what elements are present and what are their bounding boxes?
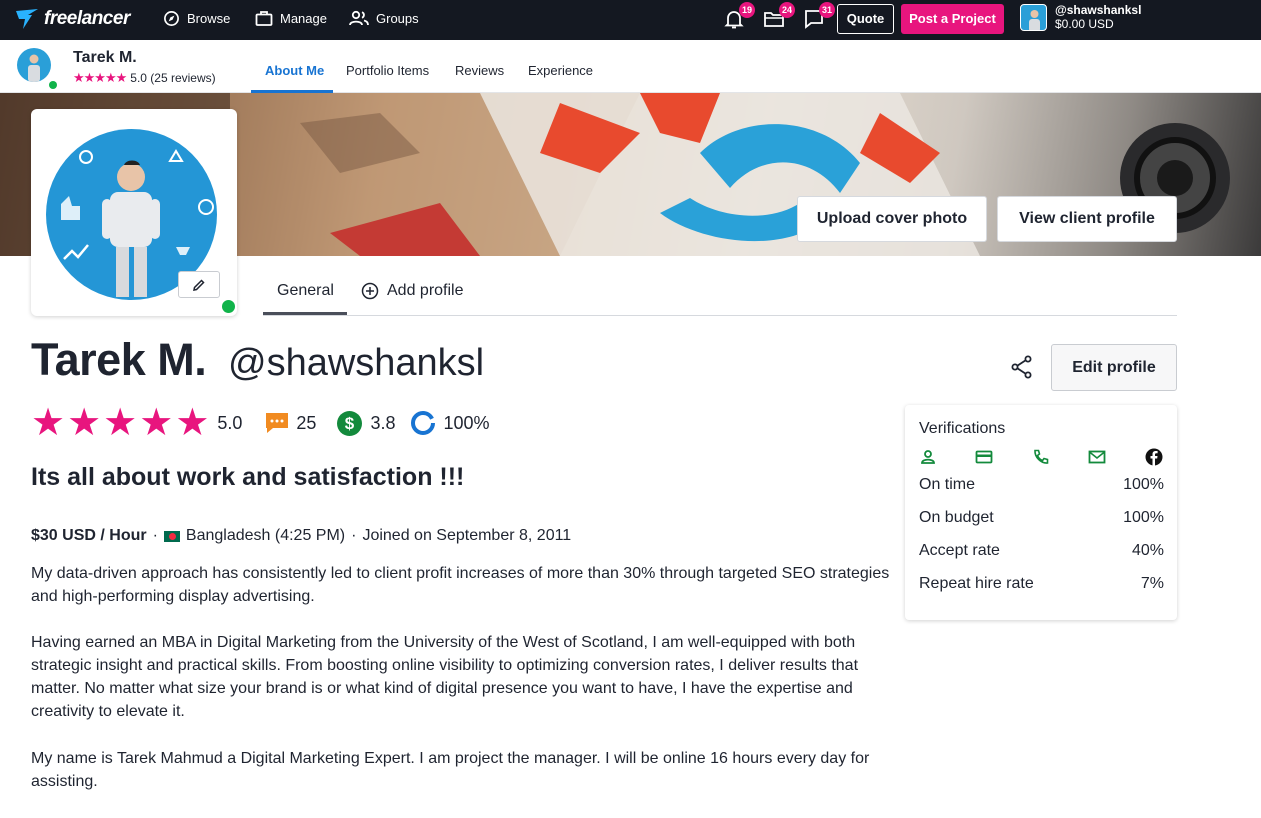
post-project-button[interactable]: Post a Project: [901, 4, 1004, 34]
rating-stars: ★★★★★: [73, 70, 127, 85]
svg-text:$: $: [345, 414, 355, 433]
notifications-badge: 19: [739, 2, 755, 18]
online-status-dot: [220, 298, 237, 315]
completion-rate: 100%: [443, 412, 490, 433]
verification-row: On budget 100%: [919, 509, 1164, 526]
share-button[interactable]: [1010, 355, 1034, 384]
verification-row: On time 100%: [919, 476, 1164, 493]
email-icon: [1088, 448, 1106, 466]
quote-button[interactable]: Quote: [837, 4, 894, 34]
account-username: @shawshanksl: [1055, 3, 1142, 17]
tab-portfolio-items[interactable]: Portfolio Items: [346, 63, 429, 78]
compass-icon: [164, 11, 179, 26]
projects-badge: 24: [779, 2, 795, 18]
top-navbar: freelancer Browse Manage Groups 19 24 31…: [0, 0, 1261, 40]
credit-card-icon: [975, 448, 993, 466]
star-icon: ★: [31, 402, 66, 444]
completion-ring-icon: [411, 411, 436, 435]
subheader-name: Tarek M.: [73, 49, 137, 66]
bio-paragraph: Having earned an MBA in Digital Marketin…: [31, 634, 859, 720]
briefcase-icon: [255, 11, 273, 26]
nav-browse[interactable]: Browse: [163, 10, 230, 27]
phone-icon: [1032, 448, 1050, 466]
share-icon: [1011, 355, 1032, 379]
tabs-divider: [263, 315, 1177, 316]
freelancer-logo[interactable]: freelancer: [14, 6, 130, 32]
verifications-title: Verifications: [919, 420, 1006, 437]
rating-value: 5.0: [217, 412, 243, 433]
profile-stats: ★ ★ ★ ★ ★ 5.0 25 $ 3.8 100%: [31, 404, 490, 442]
tab-reviews[interactable]: Reviews: [455, 63, 504, 78]
online-status-dot: [49, 81, 57, 89]
tab-about-me[interactable]: About Me: [265, 63, 324, 78]
pencil-icon: [193, 278, 205, 291]
dollar-icon: $: [337, 410, 363, 436]
star-icon: ★: [67, 402, 102, 444]
freelancer-bird-icon: [16, 9, 38, 29]
account-menu[interactable]: @shawshanksl $0.00 USD: [1020, 3, 1141, 31]
profile-handle: @shawshanksl: [228, 342, 485, 384]
nav-groups[interactable]: Groups: [349, 10, 419, 27]
user-icon: [919, 448, 937, 466]
hourly-rate: $30 USD / Hour: [31, 527, 147, 544]
profile-name: Tarek M.: [31, 334, 207, 385]
plus-circle-icon: [361, 282, 379, 300]
rating-text: 5.0 (25 reviews): [130, 71, 216, 85]
star-icon: ★: [175, 402, 210, 444]
bangladesh-flag-icon: [163, 530, 180, 542]
facebook-icon: [1145, 448, 1163, 466]
star-icon: ★: [103, 402, 138, 444]
edit-profile-button[interactable]: Edit profile: [1051, 344, 1177, 391]
profile-tagline: Its all about work and satisfaction !!!: [31, 463, 465, 491]
reviews-icon: [266, 413, 289, 433]
notifications-button[interactable]: 19: [723, 2, 755, 32]
location: Bangladesh (4:25 PM): [185, 527, 346, 544]
messages-button[interactable]: 31: [803, 2, 835, 32]
account-balance: $0.00 USD: [1055, 17, 1114, 31]
verification-row: Accept rate 40%: [919, 542, 1164, 559]
upload-cover-photo-button[interactable]: Upload cover photo: [797, 196, 987, 242]
star-icon: ★: [139, 402, 174, 444]
tab-experience[interactable]: Experience: [528, 63, 593, 78]
bio-paragraph: My name is Tarek Mahmud a Digital Market…: [31, 750, 870, 790]
reviews-count: 25: [296, 412, 317, 433]
avatar: [1020, 3, 1047, 31]
earnings-score: 3.8: [370, 412, 396, 433]
tab-general[interactable]: General: [277, 282, 334, 300]
groups-icon: [349, 10, 369, 26]
nav-manage[interactable]: Manage: [255, 10, 327, 27]
bio-paragraph: My data-driven approach has consistently…: [31, 565, 890, 605]
projects-button[interactable]: 24: [763, 2, 795, 32]
view-client-profile-button[interactable]: View client profile: [997, 196, 1177, 242]
messages-badge: 31: [819, 2, 835, 18]
joined-date: Joined on September 8, 2011: [362, 527, 572, 544]
edit-photo-button[interactable]: [178, 271, 220, 298]
avatar: [17, 48, 51, 82]
profile-meta: $30 USD / Hour · Bangladesh (4:25 PM) · …: [31, 527, 572, 544]
subheader-rating: ★★★★★ 5.0 (25 reviews): [73, 70, 216, 86]
verification-row: Repeat hire rate 7%: [919, 575, 1164, 592]
add-profile-button[interactable]: Add profile: [361, 282, 464, 300]
